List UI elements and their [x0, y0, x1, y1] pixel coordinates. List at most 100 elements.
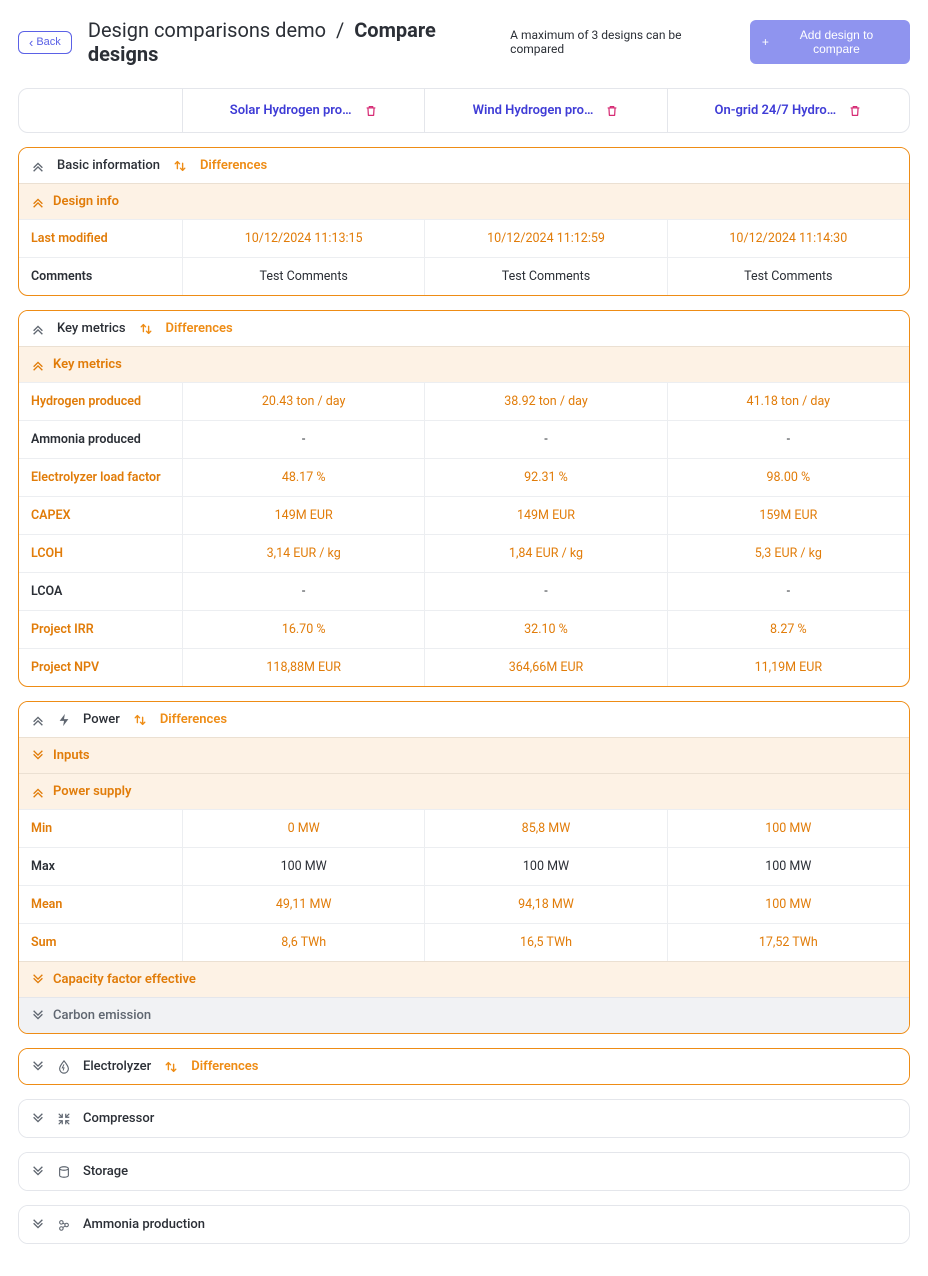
- cell-value: 48.17 %: [182, 459, 424, 496]
- collapse-up-icon: [31, 785, 45, 799]
- collapse-down-icon: [31, 1060, 45, 1074]
- subsection-power-supply[interactable]: Power supply: [19, 773, 909, 809]
- section-title: Basic information: [57, 158, 160, 173]
- section-header-key[interactable]: Key metrics Differences: [19, 311, 909, 346]
- cell-value: Test Comments: [424, 258, 666, 295]
- cell-value: 118,88M EUR: [182, 649, 424, 686]
- cell-value: 49,11 MW: [182, 886, 424, 923]
- section-title: Key metrics: [57, 321, 126, 336]
- subsection-title: Key metrics: [53, 357, 122, 372]
- design-name-3[interactable]: On-grid 24/7 Hydro…: [715, 103, 837, 118]
- cell-value: -: [424, 573, 666, 610]
- row-project-npv: Project NPV 118,88M EUR 364,66M EUR 11,1…: [19, 648, 909, 686]
- row-comments: Comments Test Comments Test Comments Tes…: [19, 257, 909, 295]
- cell-value: 100 MW: [424, 848, 666, 885]
- design-name-1[interactable]: Solar Hydrogen pro…: [230, 103, 352, 118]
- bolt-icon: [57, 713, 71, 727]
- cell-value: 38.92 ton / day: [424, 383, 666, 420]
- cell-value: 10/12/2024 11:12:59: [424, 220, 666, 257]
- differences-label: Differences: [160, 712, 227, 727]
- cell-value: -: [667, 421, 909, 458]
- breadcrumb-parent[interactable]: Design comparisons demo: [88, 18, 326, 42]
- back-button[interactable]: Back: [18, 31, 72, 54]
- row-lcoh: LCOH 3,14 EUR / kg 1,84 EUR / kg 5,3 EUR…: [19, 534, 909, 572]
- subsection-inputs[interactable]: Inputs: [19, 737, 909, 773]
- cell-value: 17,52 TWh: [667, 924, 909, 961]
- section-header-storage[interactable]: Storage: [19, 1153, 909, 1190]
- row-label: Electrolyzer load factor: [19, 459, 182, 496]
- row-label: Project IRR: [19, 611, 182, 648]
- section-header-compressor[interactable]: Compressor: [19, 1100, 909, 1137]
- differences-sort-icon[interactable]: [132, 713, 148, 727]
- cell-value: 94,18 MW: [424, 886, 666, 923]
- trash-icon[interactable]: [605, 104, 619, 118]
- cell-value: 3,14 EUR / kg: [182, 535, 424, 572]
- section-title: Compressor: [83, 1111, 154, 1126]
- page-header: Back Design comparisons demo / Compare d…: [18, 18, 910, 66]
- differences-label: Differences: [166, 321, 233, 336]
- subsection-carbon-emission[interactable]: Carbon emission: [19, 997, 909, 1033]
- cell-value: 10/12/2024 11:13:15: [182, 220, 424, 257]
- row-electrolyzer-load-factor: Electrolyzer load factor 48.17 % 92.31 %…: [19, 458, 909, 496]
- row-label: Last modified: [19, 220, 182, 257]
- cell-value: 159M EUR: [667, 497, 909, 534]
- add-design-button[interactable]: Add design to compare: [750, 20, 910, 64]
- collapse-down-icon: [31, 1165, 45, 1179]
- cell-value: 364,66M EUR: [424, 649, 666, 686]
- cell-value: -: [182, 421, 424, 458]
- differences-sort-icon[interactable]: [138, 322, 154, 336]
- cell-value: 98.00 %: [667, 459, 909, 496]
- cell-value: 85,8 MW: [424, 810, 666, 847]
- cell-value: 0 MW: [182, 810, 424, 847]
- collapse-down-icon: [31, 749, 45, 763]
- label-column-spacer: [19, 89, 182, 132]
- section-basic-information: Basic information Differences Design inf…: [18, 147, 910, 296]
- row-capex: CAPEX 149M EUR 149M EUR 159M EUR: [19, 496, 909, 534]
- collapse-down-icon: [31, 1009, 45, 1023]
- collapse-up-icon: [31, 358, 45, 372]
- trash-icon[interactable]: [848, 104, 862, 118]
- row-label: Sum: [19, 924, 182, 961]
- design-column-2: Wind Hydrogen pro…: [424, 89, 666, 132]
- section-title: Ammonia production: [83, 1217, 205, 1232]
- row-label: Ammonia produced: [19, 421, 182, 458]
- row-label: Project NPV: [19, 649, 182, 686]
- trash-icon[interactable]: [364, 104, 378, 118]
- section-title: Storage: [83, 1164, 128, 1179]
- row-lcoa: LCOA - - -: [19, 572, 909, 610]
- cell-value: 10/12/2024 11:14:30: [667, 220, 909, 257]
- subsection-design-info[interactable]: Design info: [19, 183, 909, 219]
- cell-value: 11,19M EUR: [667, 649, 909, 686]
- row-label: Min: [19, 810, 182, 847]
- compressor-icon: [57, 1112, 71, 1126]
- cell-value: -: [182, 573, 424, 610]
- subsection-title: Design info: [53, 194, 119, 209]
- differences-sort-icon[interactable]: [163, 1060, 179, 1074]
- row-label: CAPEX: [19, 497, 182, 534]
- differences-label: Differences: [191, 1059, 258, 1074]
- differences-sort-icon[interactable]: [172, 159, 188, 173]
- row-power-mean: Mean 49,11 MW 94,18 MW 100 MW: [19, 885, 909, 923]
- cell-value: 149M EUR: [424, 497, 666, 534]
- molecule-icon: [57, 1218, 71, 1232]
- section-header-ammonia[interactable]: Ammonia production: [19, 1206, 909, 1243]
- subsection-key-metrics[interactable]: Key metrics: [19, 346, 909, 382]
- row-label: Comments: [19, 258, 182, 295]
- section-header-power[interactable]: Power Differences: [19, 702, 909, 737]
- cell-value: 1,84 EUR / kg: [424, 535, 666, 572]
- subsection-title: Capacity factor effective: [53, 972, 196, 987]
- max-designs-note: A maximum of 3 designs can be compared: [510, 28, 738, 56]
- cell-value: 92.31 %: [424, 459, 666, 496]
- row-power-min: Min 0 MW 85,8 MW 100 MW: [19, 809, 909, 847]
- cell-value: 100 MW: [182, 848, 424, 885]
- cell-value: 41.18 ton / day: [667, 383, 909, 420]
- differences-label: Differences: [200, 158, 267, 173]
- collapse-down-icon: [31, 1218, 45, 1232]
- cell-value: 8.27 %: [667, 611, 909, 648]
- section-header-electrolyzer[interactable]: Electrolyzer Differences: [19, 1049, 909, 1084]
- cell-value: 149M EUR: [182, 497, 424, 534]
- header-right: A maximum of 3 designs can be compared A…: [510, 20, 910, 64]
- subsection-capacity-factor[interactable]: Capacity factor effective: [19, 961, 909, 997]
- design-name-2[interactable]: Wind Hydrogen pro…: [473, 103, 594, 118]
- section-header-basic[interactable]: Basic information Differences: [19, 148, 909, 183]
